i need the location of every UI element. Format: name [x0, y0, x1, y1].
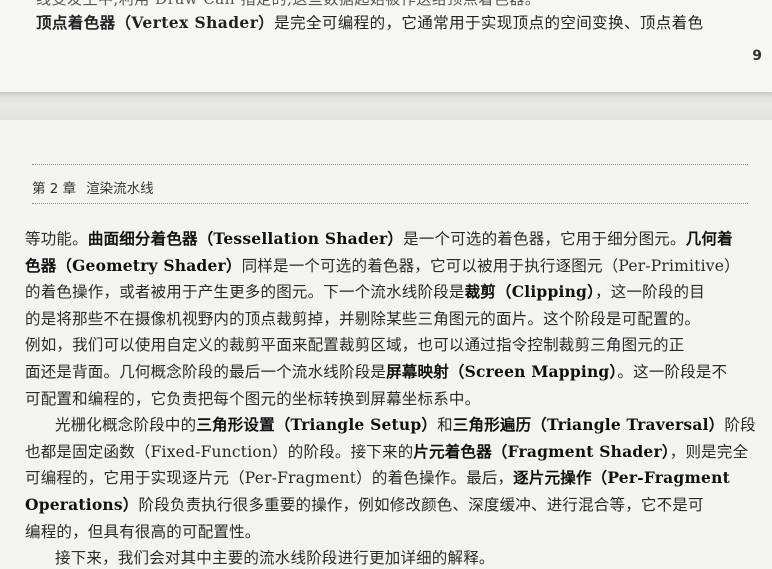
chapter-label: 第 2 章渲染流水线 [32, 177, 154, 197]
text-line: 接下来，我们会对其中主要的流水线阶段进行更加详细的解释。 [25, 545, 760, 569]
text-run: ，这一阶段的目 [595, 283, 705, 302]
text-run: 也都是固定函数（Fixed-Function）的阶段。接下来的 [25, 442, 414, 461]
previous-page-bottom: 线变发生中,利用 Draw Call 指定的,这些数据起始被作送给顶点着色器。 … [0, 0, 772, 92]
text-run: 阶段 [724, 416, 756, 435]
bold-term: 三角形遍历（Triangle Traversal） [452, 415, 725, 435]
text-line: 编程的，但具有很高的可配置性。 [25, 519, 760, 546]
bold-term: 裁剪（Clipping） [464, 282, 596, 302]
text-run: 例如，我们可以使用自定义的裁剪平面来配置裁剪区域，也可以通过指令控制裁剪三角图元… [25, 336, 685, 355]
text-line: 的是将那些不在摄像机视野内的顶点裁剪掉，并剔除某些三角图元的面片。这个阶段是可配… [25, 306, 760, 333]
paragraph: 接下来，我们会对其中主要的流水线阶段进行更加详细的解释。 [25, 545, 760, 569]
text-line: 可配置和编程的，它负责把每个图元的坐标转换到屏幕坐标系中。 [25, 386, 760, 413]
page-gap [0, 92, 772, 120]
text-run: 接下来，我们会对其中主要的流水线阶段进行更加详细的解释。 [55, 549, 495, 568]
bold-term: 三角形设置（Triangle Setup） [196, 415, 438, 435]
text-line: 面还是背面。几何概念阶段的最后一个流水线阶段是屏幕映射（Screen Mappi… [25, 359, 760, 386]
text-line: 也都是固定函数（Fixed-Function）的阶段。接下来的片元着色器（Fra… [25, 439, 760, 466]
text-run: 是一个可选的着色器，它用于细分图元。 [403, 230, 686, 248]
bold-term: 屏幕映射（Screen Mapping） [386, 361, 618, 381]
bold-term: 曲面细分着色器（Tessellation Shader） [87, 229, 404, 248]
text-line: 等功能。曲面细分着色器（Tessellation Shader）是一个可选的着色… [25, 226, 760, 253]
paragraph: 等功能。曲面细分着色器（Tessellation Shader）是一个可选的着色… [25, 226, 760, 412]
text-run: 的是将那些不在摄像机视野内的顶点裁剪掉，并剔除某些三角图元的面片。这个阶段是可配… [25, 309, 701, 328]
paragraph: 光栅化概念阶段中的三角形设置（Triangle Setup）和三角形遍历（Tri… [25, 412, 760, 545]
bold-term: 色器（Geometry Shader） [25, 255, 242, 275]
text-run: ，则是完全 [669, 442, 749, 461]
chapter-number: 第 2 章 [32, 181, 77, 197]
text-line: 例如，我们可以使用自定义的裁剪平面来配置裁剪区域，也可以通过指令控制裁剪三角图元… [25, 332, 760, 359]
text-line: 可编程的，它用于实现逐片元（Per-Fragment）的着色操作。最后，逐片元操… [25, 465, 760, 492]
bold-term: 几何着 [685, 229, 733, 248]
top-page-text-line: 顶点着色器（Vertex Shader）是完全可编程的，它通常用于实现顶点的空间… [36, 11, 703, 33]
text-run: 面还是背面。几何概念阶段的最后一个流水线阶段是 [25, 362, 387, 381]
text-run: 同样是一个可选的着色器，它可以被用于执行逐图元（Per-Primitive） [241, 256, 740, 275]
text-run: 的着色操作，或者被用于产生更多的图元。下一个流水线阶段是 [25, 283, 465, 302]
bold-term: 逐片元操作（Per-Fragment [513, 468, 730, 488]
cut-off-text-line: 线变发生中,利用 Draw Call 指定的,这些数据起始被作送给顶点着色器。 [36, 0, 540, 9]
inline-text: 是完全可编程的，它通常用于实现顶点的空间变换、顶点着色 [274, 14, 704, 32]
page-number: 9 [752, 48, 762, 64]
bold-term: 片元着色器（Fragment Shader） [413, 441, 670, 461]
body-text: 等功能。曲面细分着色器（Tessellation Shader）是一个可选的着色… [25, 226, 760, 569]
bold-term: Operations） [25, 494, 139, 514]
inline-bold-text: 顶点着色器（Vertex Shader） [36, 13, 275, 32]
text-run: 光栅化概念阶段中的 [55, 416, 197, 435]
text-line: 光栅化概念阶段中的三角形设置（Triangle Setup）和三角形遍历（Tri… [25, 412, 760, 439]
text-run: 等功能。 [25, 230, 88, 248]
chapter-title: 渲染流水线 [86, 181, 154, 197]
text-line: 色器（Geometry Shader）同样是一个可选的着色器，它可以被用于执行逐… [25, 253, 760, 280]
text-run: 阶段负责执行很多重要的操作，例如修改颜色、深度缓冲、进行混合等，它不是可 [138, 495, 704, 514]
text-run: 可编程的，它用于实现逐片元（Per-Fragment）的着色操作。最后， [25, 469, 514, 488]
text-line: Operations）阶段负责执行很多重要的操作，例如修改颜色、深度缓冲、进行混… [25, 492, 760, 519]
text-run: 和 [437, 416, 453, 435]
text-run: 编程的，但具有很高的可配置性。 [25, 522, 261, 541]
current-page: 第 2 章渲染流水线 等功能。曲面细分着色器（Tessellation Shad… [0, 120, 772, 569]
chapter-header: 第 2 章渲染流水线 [32, 164, 748, 204]
page-edge-shadow [0, 92, 772, 97]
text-line: 的着色操作，或者被用于产生更多的图元。下一个流水线阶段是裁剪（Clipping）… [25, 279, 760, 306]
text-run: 可配置和编程的，它负责把每个图元的坐标转换到屏幕坐标系中。 [25, 389, 481, 408]
text-run: 。这一阶段是不 [617, 362, 728, 381]
